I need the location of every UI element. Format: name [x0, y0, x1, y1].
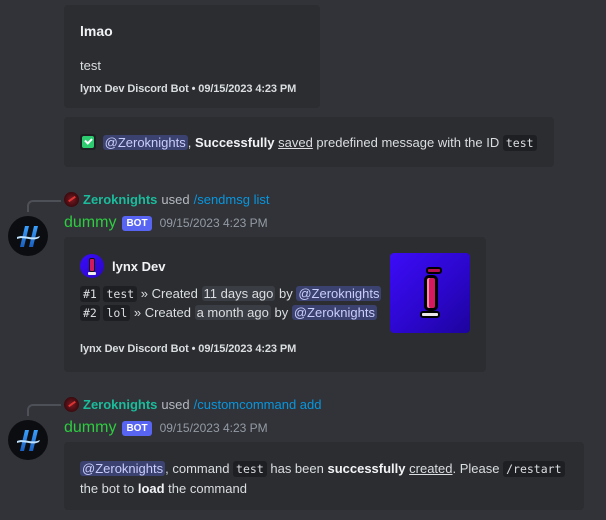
user-mention[interactable]: @Zeroknights — [80, 461, 166, 476]
embed-description: test — [80, 58, 101, 73]
replied-user-avatar[interactable] — [64, 397, 79, 412]
username[interactable]: dummy — [64, 419, 116, 437]
by-label: by — [270, 305, 292, 320]
embed-thumbnail[interactable] — [390, 253, 470, 333]
text: , — [187, 135, 195, 150]
relative-time: 11 days ago — [201, 286, 276, 301]
text: . Please — [452, 461, 504, 476]
reply-context[interactable]: Zeroknights used /customcommand add — [64, 397, 322, 412]
bold-text: successfully — [327, 461, 406, 476]
user-mention[interactable]: @Zeroknights — [102, 135, 188, 150]
slash-command-link[interactable]: /customcommand add — [194, 397, 322, 412]
hash-logo-icon — [17, 430, 40, 451]
timestamp: 09/15/2023 4:23 PM — [159, 421, 268, 435]
replied-user-name[interactable]: Zeroknights — [83, 397, 157, 412]
reply-connector — [27, 200, 61, 212]
reply-used-label: used — [161, 397, 190, 412]
embed-sendmsg-list: lynx Dev #1 test » Created 11 days ago b… — [64, 237, 486, 372]
text: the bot to — [80, 481, 138, 496]
embed-description: @Zeroknights, command test has been succ… — [80, 459, 570, 498]
bot-tag: BOT — [122, 215, 152, 231]
user-mention[interactable]: @Zeroknights — [296, 286, 382, 301]
created-label: » Created — [137, 286, 202, 301]
created-label: » Created — [130, 305, 195, 320]
inline-code: test — [502, 135, 537, 151]
embed-saved-confirmation: @Zeroknights, Successfully saved predefi… — [64, 117, 554, 167]
underlined-text: saved — [278, 135, 313, 150]
underlined-text: created — [409, 461, 453, 476]
bot-avatar[interactable] — [8, 420, 48, 460]
index-code: #2 — [80, 305, 100, 321]
bold-text: Successfully — [194, 135, 275, 150]
reply-context[interactable]: Zeroknights used /sendmsg list — [64, 192, 269, 207]
list-item: #1 test » Created 11 days ago by @Zerokn… — [80, 286, 382, 302]
text: , command — [165, 461, 234, 476]
timestamp: 09/15/2023 4:23 PM — [159, 216, 268, 230]
list-item: #2 lol » Created a month ago by @Zerokni… — [80, 305, 377, 321]
bold-text: load — [137, 481, 165, 496]
relative-time: a month ago — [194, 305, 271, 320]
text: has been — [266, 461, 328, 476]
index-code: #1 — [80, 286, 100, 302]
text: predefined message with the ID — [312, 135, 503, 150]
reply-connector — [27, 404, 61, 416]
embed-author: lynx Dev — [80, 254, 165, 278]
slash-command-link[interactable]: /sendmsg list — [194, 192, 270, 207]
embed-saved-text: @Zeroknights, Successfully saved predefi… — [80, 134, 537, 151]
inline-code: test — [233, 461, 267, 477]
username[interactable]: dummy — [64, 214, 116, 232]
user-mention[interactable]: @Zeroknights — [291, 305, 377, 320]
text: the command — [164, 481, 247, 496]
name-code: lol — [103, 305, 131, 321]
replied-user-name[interactable]: Zeroknights — [83, 192, 157, 207]
embed-footer: lynx Dev Discord Bot • 09/15/2023 4:23 P… — [80, 343, 297, 355]
embed-footer: lynx Dev Discord Bot • 09/15/2023 4:23 P… — [80, 83, 297, 95]
author-icon — [80, 254, 104, 278]
inline-code: /restart — [503, 461, 565, 477]
replied-user-avatar[interactable] — [64, 192, 79, 207]
embed-customcommand-created: @Zeroknights, command test has been succ… — [64, 442, 584, 510]
name-code: test — [103, 286, 138, 302]
reply-used-label: used — [161, 192, 190, 207]
message-header: dummy BOT 09/15/2023 4:23 PM — [64, 214, 268, 232]
by-label: by — [275, 286, 297, 301]
hash-logo-icon — [17, 226, 40, 247]
bot-tag: BOT — [122, 420, 152, 436]
embed-lmao: lmao test lynx Dev Discord Bot • 09/15/2… — [64, 5, 320, 108]
bot-avatar[interactable] — [8, 216, 48, 256]
author-name[interactable]: lynx Dev — [112, 259, 165, 274]
check-mark-icon — [80, 134, 96, 150]
embed-title: lmao — [80, 23, 113, 39]
message-header: dummy BOT 09/15/2023 4:23 PM — [64, 419, 268, 437]
